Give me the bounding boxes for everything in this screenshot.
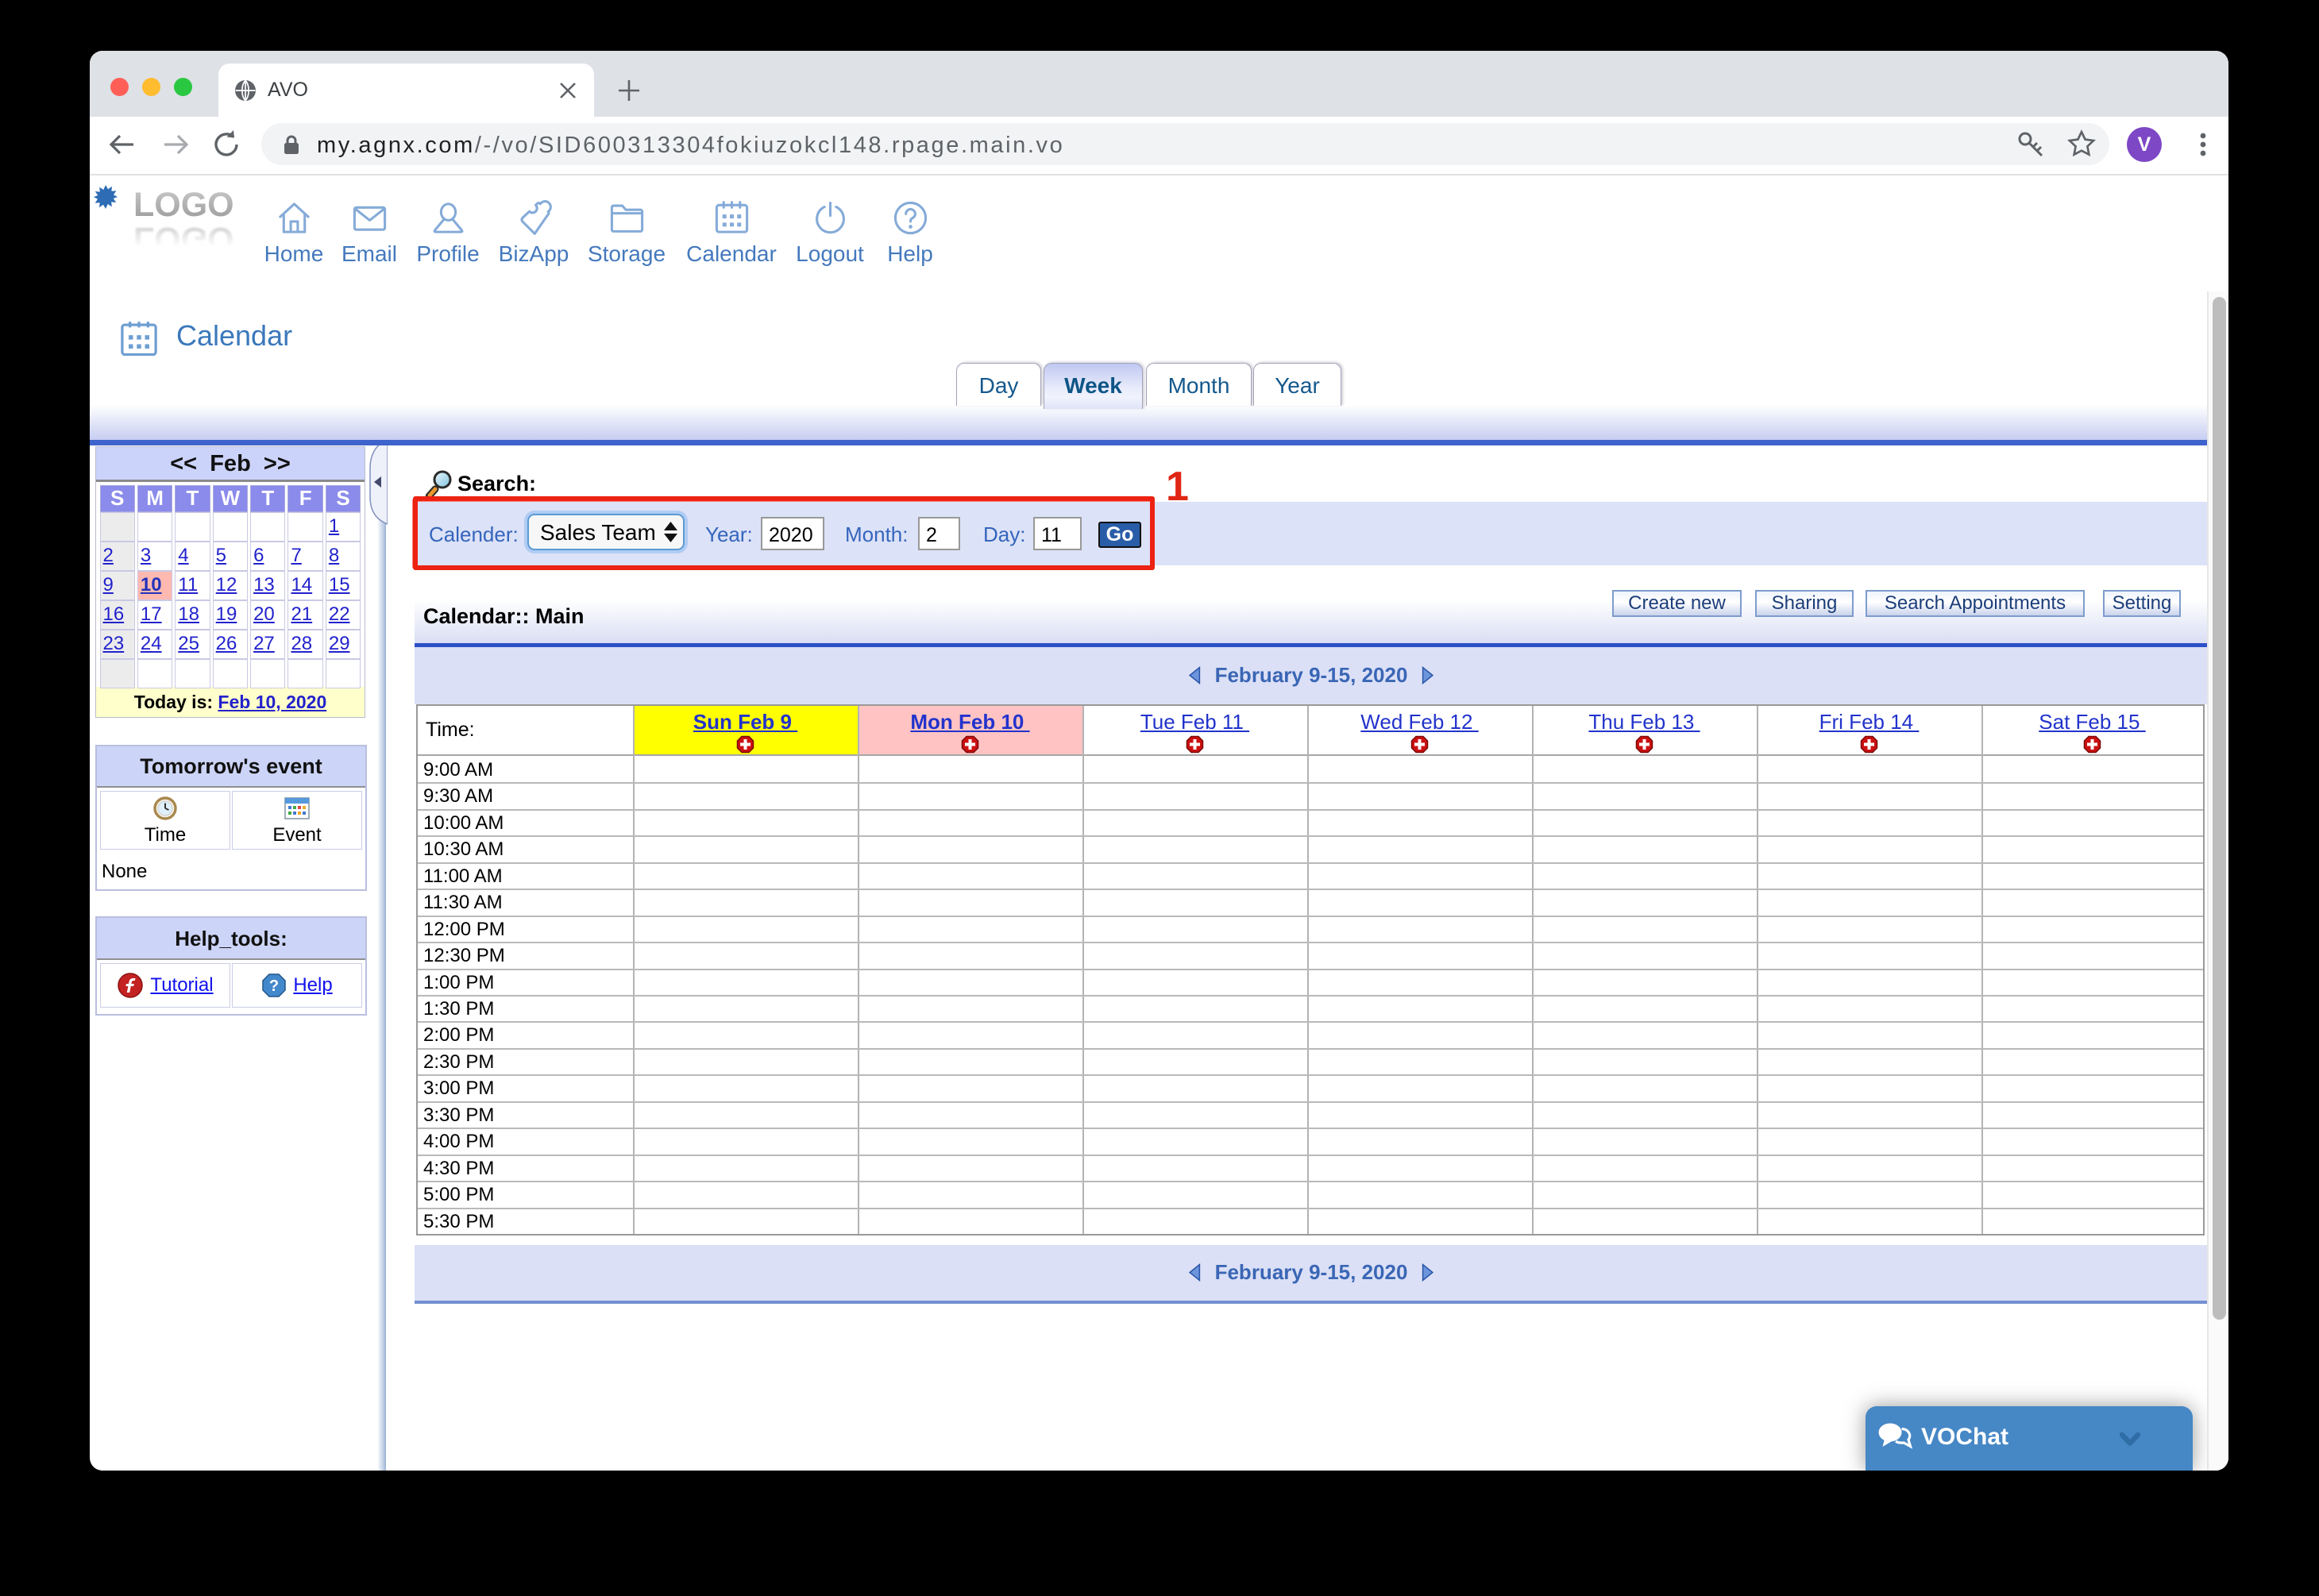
svg-text:?: ? [269,977,279,995]
